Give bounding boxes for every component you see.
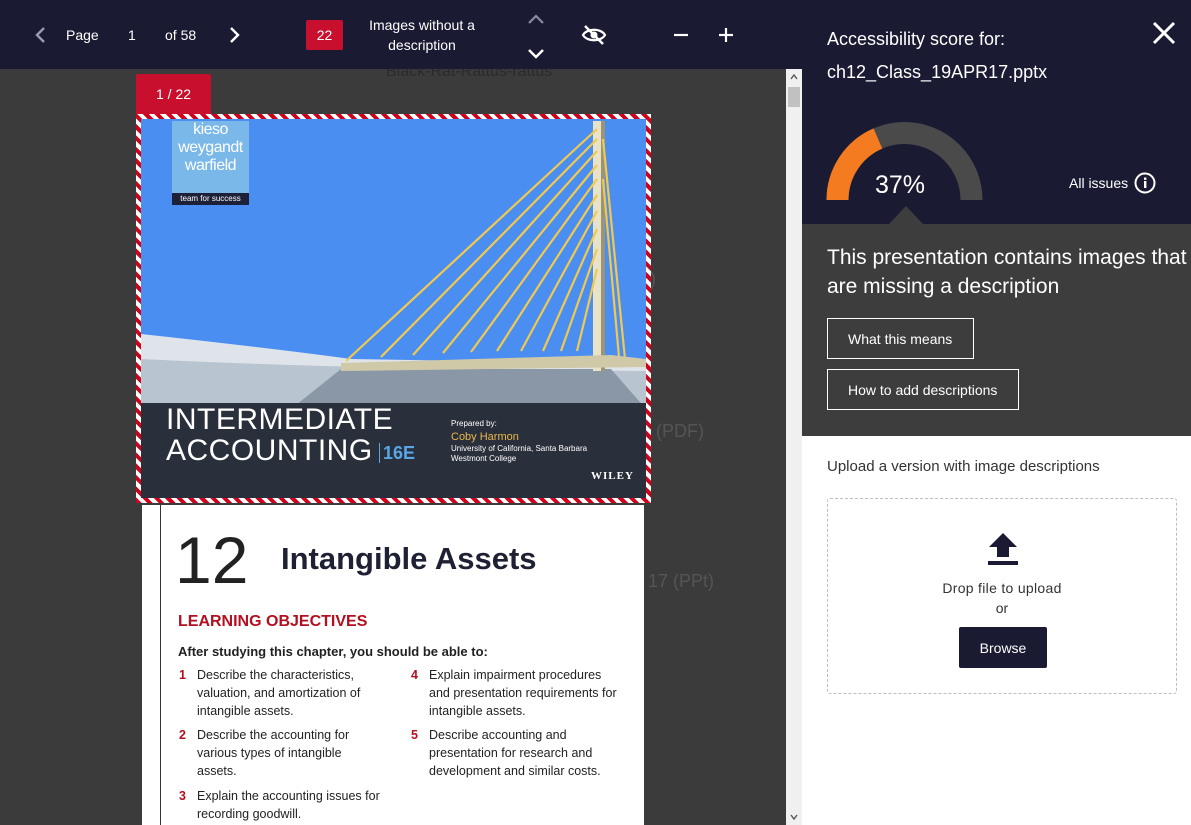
- zoom-out-button[interactable]: [668, 22, 694, 48]
- close-icon: [1152, 21, 1176, 45]
- page-margin-rule: [160, 505, 161, 825]
- callout-pointer: [889, 206, 923, 224]
- scroll-up-button[interactable]: [786, 69, 802, 85]
- flagged-image[interactable]: kieso weygandt warfield team for success…: [136, 114, 651, 503]
- drop-file-text: Drop file to upload: [942, 580, 1062, 596]
- upload-label: Upload a version with image descriptions: [827, 458, 1100, 475]
- accessibility-panel: Accessibility score for: ch12_Class_19AP…: [802, 0, 1191, 825]
- scroll-down-button[interactable]: [786, 809, 802, 825]
- file-dropzone[interactable]: Drop file to upload or Browse: [827, 498, 1177, 694]
- document-viewer: Black-Rat-Rattus-rattus ) (PDF) 17 (PPt)…: [0, 69, 786, 825]
- background-text: 17 (PPt): [648, 571, 715, 591]
- issue-count-badge: 22: [306, 20, 343, 50]
- caret-up-icon: [790, 74, 798, 80]
- issue-filter-label: Images without a description: [369, 17, 475, 53]
- or-text: or: [995, 600, 1009, 616]
- score-header: Accessibility score for: ch12_Class_19AP…: [802, 0, 1191, 224]
- info-icon: [1134, 172, 1156, 194]
- objective-item: 1 Describe the characteristics, valuatio…: [179, 668, 361, 718]
- caret-down-icon: [790, 814, 798, 820]
- objectives-heading: LEARNING OBJECTIVES: [178, 613, 368, 630]
- page-total: of 58: [165, 27, 197, 43]
- publisher-logo: kieso weygandt warfield team for success: [172, 121, 249, 205]
- viewer-scrollbar[interactable]: [786, 69, 802, 825]
- toggle-highlight-button[interactable]: [578, 20, 610, 50]
- chapter-page: 12 Intangible Assets LEARNING OBJECTIVES…: [142, 505, 644, 825]
- zoom-in-button[interactable]: [713, 22, 739, 48]
- image-issue-marker: 1 / 22: [136, 74, 211, 114]
- close-button[interactable]: [1151, 20, 1177, 46]
- chevron-down-icon: [528, 49, 544, 59]
- score-label: Accessibility score for:: [827, 29, 1006, 49]
- publisher-name: WILEY: [591, 470, 634, 482]
- author-affiliation: University of California, Santa Barbara: [451, 444, 588, 453]
- chevron-up-icon: [528, 14, 544, 24]
- browse-button[interactable]: Browse: [959, 627, 1047, 668]
- objective-item: 2 Describe the accounting for various ty…: [179, 728, 350, 778]
- page-number-input[interactable]: 1: [128, 27, 136, 43]
- all-issues-label: All issues: [1069, 175, 1129, 191]
- eye-off-icon: [581, 25, 607, 45]
- book-cover-image: kieso weygandt warfield team for success…: [141, 119, 646, 498]
- upload-icon: [988, 533, 1018, 565]
- chevron-left-icon: [35, 27, 45, 43]
- cover-title-line1: INTERMEDIATE: [166, 403, 394, 436]
- viewer-toolbar: Page 1 of 58 22 Images without a descrip…: [0, 0, 802, 69]
- background-text: (PDF): [656, 421, 704, 441]
- file-name: ch12_Class_19APR17.pptx: [827, 62, 1048, 82]
- objective-item: 3 Explain the accounting issues for reco…: [179, 789, 380, 821]
- cover-edition: 16E: [379, 443, 415, 463]
- objective-item: 4 Explain impairment procedures and pres…: [411, 668, 617, 718]
- chapter-number: 12: [175, 523, 249, 597]
- previous-page-button[interactable]: [28, 22, 54, 48]
- what-this-means-button[interactable]: What this means: [827, 318, 974, 359]
- author-name: Coby Harmon: [451, 431, 519, 443]
- issue-message: This presentation contains images that a…: [827, 246, 1187, 298]
- scrollbar-thumb[interactable]: [788, 87, 800, 107]
- author-affiliation: Westmont College: [451, 454, 517, 463]
- plus-icon: [719, 28, 733, 42]
- chapter-title: Intangible Assets: [281, 541, 537, 576]
- logo-tagline: team for success: [172, 193, 249, 205]
- issue-description: This presentation contains images that a…: [802, 224, 1191, 436]
- next-issue-button[interactable]: [524, 42, 548, 66]
- previous-issue-button[interactable]: [524, 8, 548, 30]
- page-label: Page: [66, 27, 99, 43]
- cover-title-line2: ACCOUNTING: [166, 434, 373, 467]
- score-percentage: 37%: [875, 171, 926, 199]
- objectives-intro: After studying this chapter, you should …: [178, 644, 488, 659]
- background-text: Black-Rat-Rattus-rattus: [386, 69, 553, 80]
- minus-icon: [674, 33, 688, 37]
- all-issues-link[interactable]: All issues: [1069, 172, 1156, 194]
- chevron-right-icon: [230, 27, 240, 43]
- next-page-button[interactable]: [221, 22, 247, 48]
- prepared-by-label: Prepared by:: [451, 419, 497, 428]
- how-to-add-descriptions-button[interactable]: How to add descriptions: [827, 369, 1019, 410]
- objective-item: 5 Describe accounting and presentation f…: [411, 728, 601, 778]
